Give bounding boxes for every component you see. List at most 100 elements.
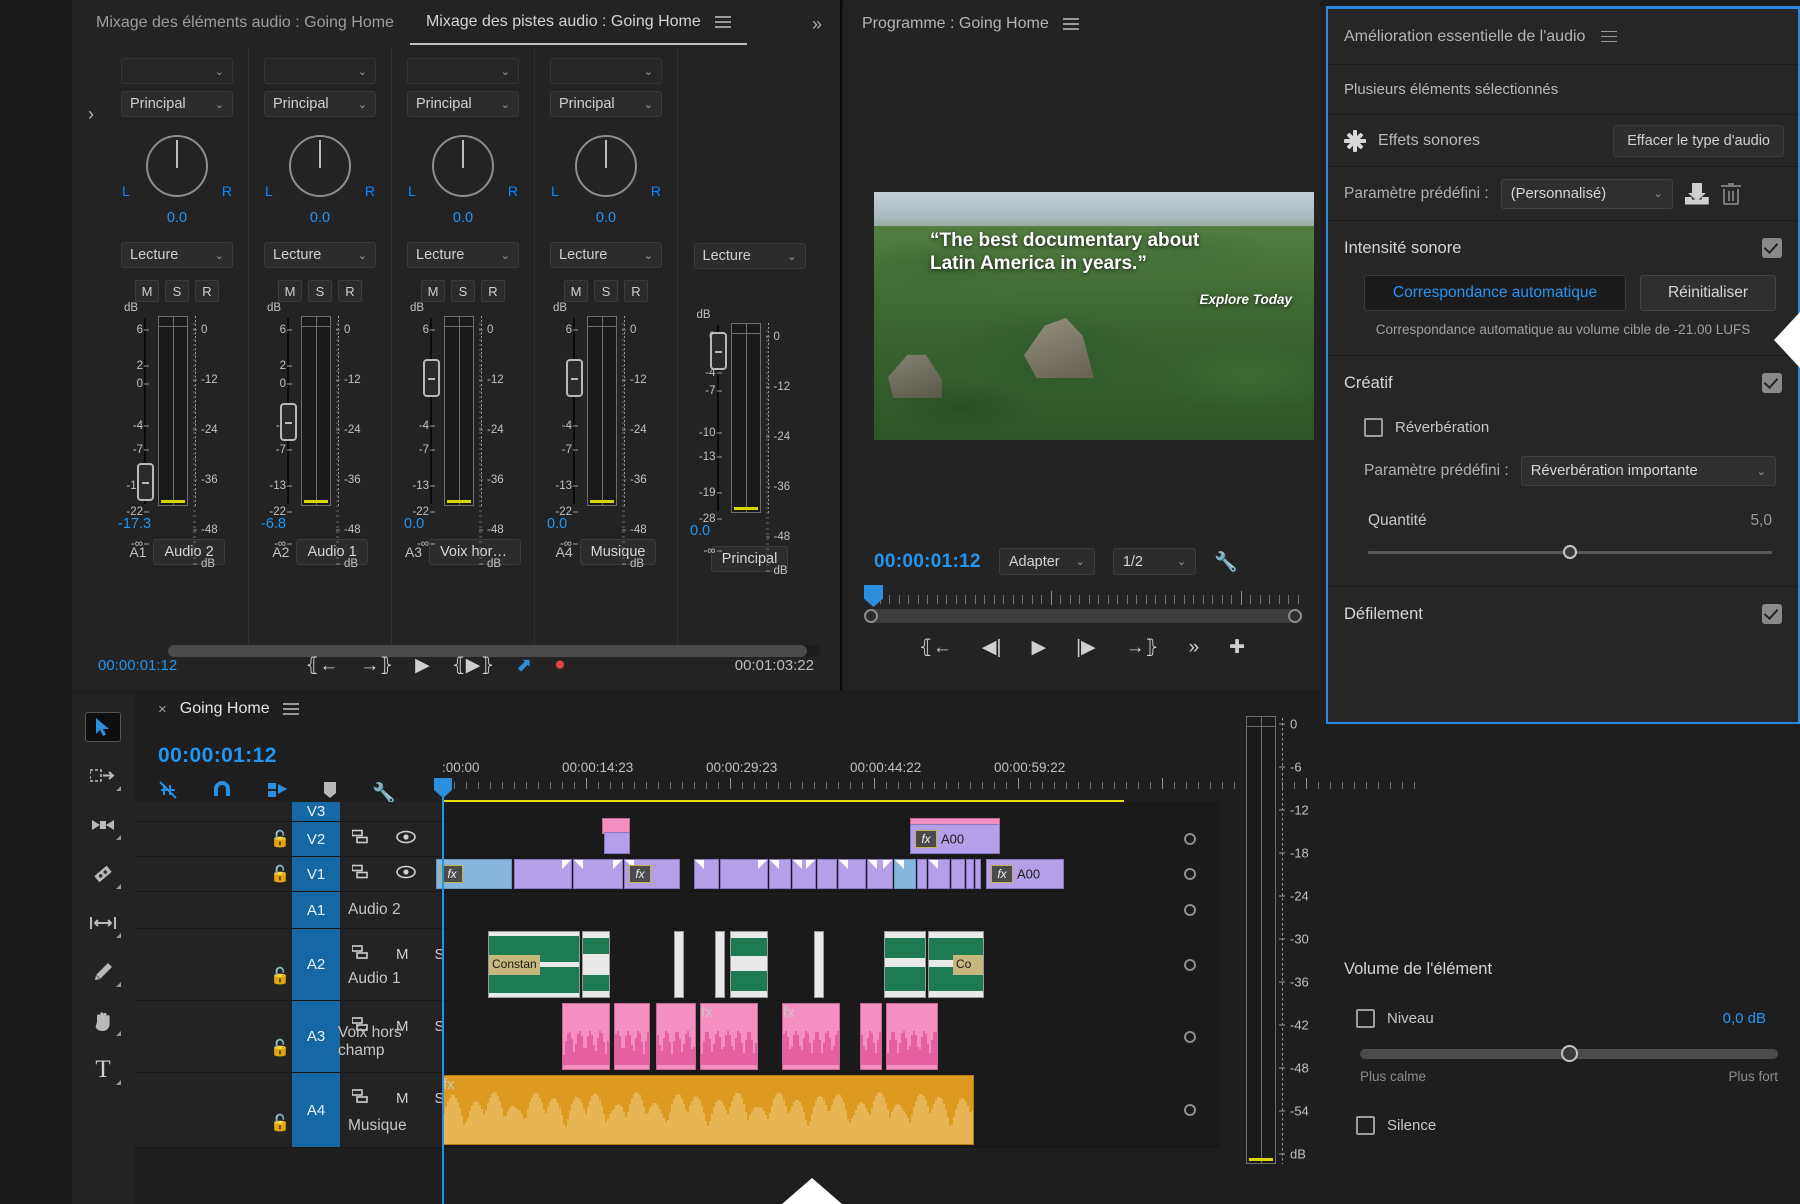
mute-button-a2[interactable]: M <box>396 946 409 963</box>
fader-handle[interactable] <box>710 332 727 370</box>
eye-icon[interactable] <box>396 831 416 848</box>
voiceover-clip[interactable]: fx <box>782 1003 840 1070</box>
hamburger-icon[interactable] <box>1601 31 1617 43</box>
program-video-preview[interactable]: “The best documentary about Latin Americ… <box>874 192 1314 440</box>
mute-button-a4[interactable]: M <box>564 280 588 302</box>
video-clip[interactable]: fx A00 <box>986 859 1064 889</box>
pan-knob-a3[interactable] <box>428 135 498 205</box>
track-body-a2[interactable]: Constan Co <box>442 929 1220 1000</box>
input-select-a1[interactable]: ⌄ <box>121 58 233 84</box>
track-badge-a4[interactable]: A4 <box>292 1073 340 1147</box>
step-back-icon[interactable]: ◀| <box>982 636 1002 659</box>
program-fit-select[interactable]: Adapter ⌄ <box>999 548 1095 575</box>
level-value[interactable]: 0,0 dB <box>1723 1010 1784 1027</box>
automation-mode-a1[interactable]: Lecture⌄ <box>121 242 233 268</box>
solo-button-a3[interactable]: S <box>451 280 475 302</box>
fader-handle[interactable] <box>566 359 583 397</box>
input-select-a2[interactable]: ⌄ <box>264 58 376 84</box>
pan-value-a1[interactable]: 0.0 <box>167 210 187 226</box>
fader-handle[interactable] <box>423 359 440 397</box>
mute-button-a2[interactable]: M <box>278 280 302 302</box>
auto-match-button[interactable]: Correspondance automatique <box>1364 275 1626 311</box>
hamburger-icon[interactable] <box>283 703 299 715</box>
level-checkbox[interactable] <box>1356 1009 1375 1028</box>
lock-icon[interactable]: 🔓 <box>270 829 290 849</box>
close-icon[interactable]: × <box>158 701 167 718</box>
voiceover-clip[interactable] <box>562 1003 610 1070</box>
timeline-playhead[interactable] <box>442 780 444 1204</box>
selection-tool-icon[interactable] <box>85 712 121 742</box>
lock-icon[interactable]: 🔓 <box>270 1038 290 1058</box>
fader-handle[interactable] <box>280 403 297 441</box>
audio-clip[interactable] <box>715 931 725 998</box>
track-select-forward-icon[interactable] <box>85 761 121 791</box>
chevron-right-icon[interactable]: › <box>76 48 106 648</box>
timeline-ruler[interactable]: :00:0000:00:14:2300:00:29:2300:00:44:220… <box>442 760 1124 796</box>
clear-audio-type-button[interactable]: Effacer le type d'audio <box>1613 125 1784 157</box>
track-keyframe-dot[interactable] <box>1184 1104 1196 1116</box>
track-keyframe-dot[interactable] <box>1184 959 1196 971</box>
program-time-ruler[interactable] <box>864 585 1302 619</box>
lock-icon[interactable]: 🔓 <box>270 1113 290 1133</box>
play-icon[interactable]: ▶ <box>1031 636 1046 659</box>
export-icon[interactable]: ⬈ <box>516 654 532 677</box>
chevron-double-right-icon[interactable]: » <box>812 14 822 35</box>
track-badge-v2[interactable]: V2 <box>292 822 340 856</box>
mute-button-a1[interactable]: M <box>135 280 159 302</box>
music-clip[interactable]: fx <box>442 1075 974 1145</box>
pan-knob-a2[interactable] <box>285 135 355 205</box>
video-clip[interactable] <box>769 859 791 889</box>
hamburger-icon[interactable] <box>1063 18 1079 30</box>
solo-button-a2[interactable]: S <box>308 280 332 302</box>
track-body-v3[interactable] <box>442 802 1220 821</box>
video-clip[interactable] <box>894 859 916 889</box>
video-clip[interactable]: fx <box>436 859 512 889</box>
video-clip[interactable] <box>951 859 965 889</box>
tab-audio-track-mixer[interactable]: Mixage des pistes audio : Going Home <box>410 3 747 45</box>
track-badge-v3[interactable]: V3 <box>292 802 340 821</box>
loop-icon[interactable]: ⦃▶⦄ <box>452 654 495 677</box>
track-name-a3[interactable]: Voix hors… <box>429 539 521 565</box>
pan-value-a2[interactable]: 0.0 <box>310 210 330 226</box>
output-select-a3[interactable]: Principal⌄ <box>407 91 519 117</box>
pan-knob-a4[interactable] <box>571 135 641 205</box>
sync-icon[interactable] <box>352 865 370 884</box>
mute-checkbox[interactable] <box>1356 1116 1375 1135</box>
loudness-reset-button[interactable]: Réinitialiser <box>1640 275 1776 311</box>
slip-tool-icon[interactable] <box>85 908 121 938</box>
save-preset-icon[interactable] <box>1685 183 1709 205</box>
solo-button-a4[interactable]: S <box>594 280 618 302</box>
level-slider-thumb[interactable] <box>1561 1045 1578 1062</box>
add-icon[interactable]: ✚ <box>1229 636 1245 659</box>
go-to-in-icon[interactable]: ⦃← <box>919 636 952 659</box>
mute-button-a3[interactable]: M <box>421 280 445 302</box>
fader-handle[interactable] <box>137 463 154 501</box>
automation-mode-a4[interactable]: Lecture⌄ <box>550 242 662 268</box>
gain-value-a1[interactable]: -17.3 <box>114 516 151 532</box>
audio-clip[interactable]: Constan <box>488 931 580 998</box>
track-body-a4[interactable]: fx <box>442 1073 1220 1147</box>
video-clip[interactable] <box>792 859 816 889</box>
pan-value-a3[interactable]: 0.0 <box>453 210 473 226</box>
record-arm-button-a4[interactable]: R <box>624 280 648 302</box>
go-to-in-icon[interactable]: ⦃← <box>305 654 338 677</box>
video-clip[interactable] <box>573 859 623 889</box>
amount-slider[interactable] <box>1368 544 1772 560</box>
hand-tool-icon[interactable] <box>85 1006 121 1036</box>
automation-mode-master[interactable]: Lecture⌄ <box>694 243 806 269</box>
go-to-out-icon[interactable]: →⦄ <box>1126 636 1159 659</box>
output-select-a2[interactable]: Principal⌄ <box>264 91 376 117</box>
gain-value-a2[interactable]: -6.8 <box>257 516 286 532</box>
mixer-duration-timecode[interactable]: 00:01:03:22 <box>735 657 814 674</box>
scroll-checkbox[interactable] <box>1762 604 1782 624</box>
lock-icon[interactable]: 🔓 <box>270 864 290 884</box>
video-clip[interactable] <box>514 859 572 889</box>
voiceover-clip[interactable] <box>886 1003 938 1070</box>
track-keyframe-dot[interactable] <box>1184 1031 1196 1043</box>
video-clip[interactable] <box>975 859 981 889</box>
record-icon[interactable]: ● <box>554 654 565 676</box>
track-keyframe-dot[interactable] <box>1184 868 1196 880</box>
video-clip[interactable] <box>966 859 974 889</box>
track-body-a1[interactable] <box>442 892 1220 928</box>
program-timecode[interactable]: 00:00:01:12 <box>874 551 981 573</box>
